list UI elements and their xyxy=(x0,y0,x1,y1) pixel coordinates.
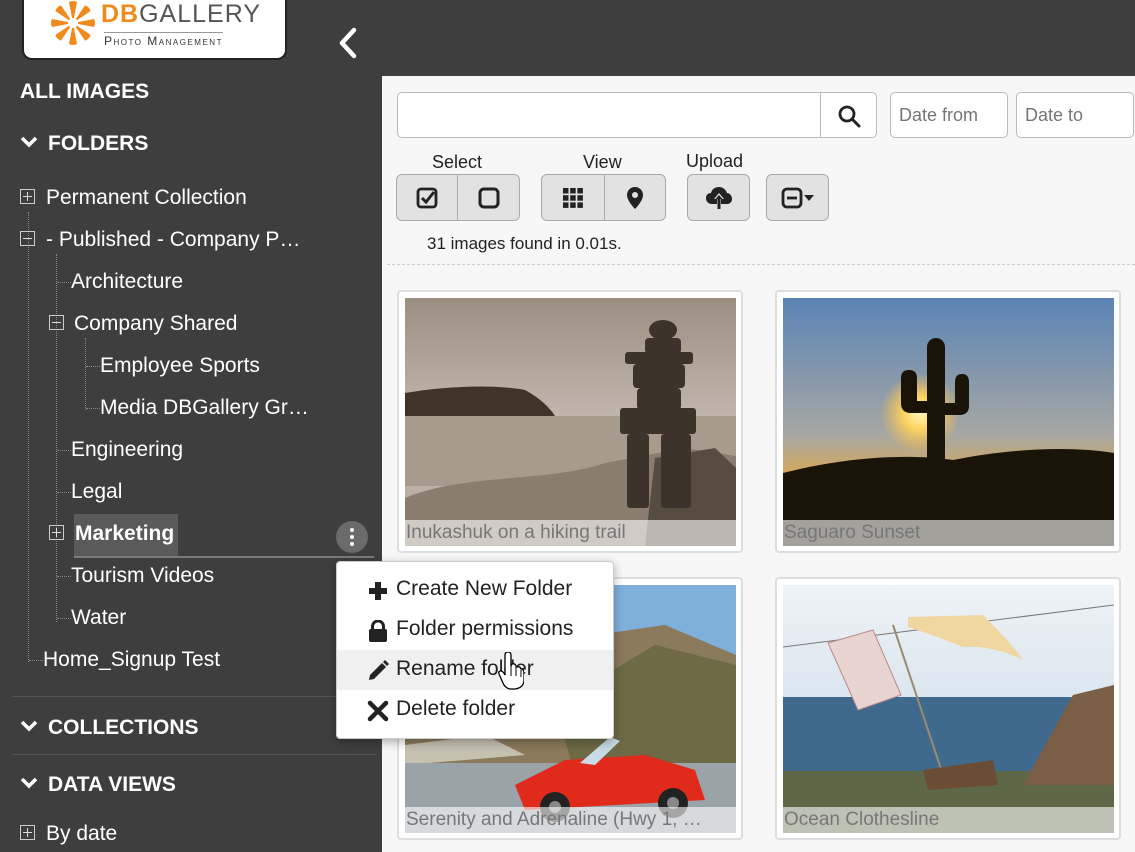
tree-connector xyxy=(56,254,57,622)
menu-item-label: Delete folder xyxy=(396,697,516,720)
date-from-input[interactable] xyxy=(890,92,1008,138)
folder-permissions-menu-item[interactable]: Folder permissions xyxy=(337,610,613,650)
search-icon xyxy=(838,105,861,128)
folder-marketing[interactable]: Marketing xyxy=(75,522,174,546)
select-none-button[interactable] xyxy=(457,174,520,221)
image-card[interactable]: Inukashuk on a hiking trail xyxy=(397,290,743,553)
rename-folder-menu-item[interactable]: Rename folder xyxy=(337,650,613,690)
create-new-folder-menu-item[interactable]: Create New Folder xyxy=(337,570,613,610)
folder-context-menu: Create New Folder Folder permissions Ren… xyxy=(336,561,614,739)
tree-connector xyxy=(86,366,100,367)
tree-connector xyxy=(57,618,71,619)
image-card[interactable]: Ocean Clothesline xyxy=(775,577,1121,840)
divider xyxy=(12,696,377,697)
tree-connector xyxy=(28,212,29,662)
data-view-by-date[interactable]: By date xyxy=(46,822,117,846)
collections-section-toggle[interactable]: COLLECTIONS xyxy=(20,716,199,740)
folder-legal[interactable]: Legal xyxy=(71,480,122,504)
folder-company-shared[interactable]: Company Shared xyxy=(74,312,237,336)
plus-icon xyxy=(369,582,387,600)
image-caption: Serenity and Adrenaline (Hwy 1, … xyxy=(405,807,737,833)
image-thumbnail xyxy=(783,585,1114,833)
folder-permanent-collection[interactable]: Permanent Collection xyxy=(46,186,247,210)
upload-button[interactable] xyxy=(687,174,750,221)
tree-connector xyxy=(57,450,71,451)
logo-wordmark: DBGALLERY xyxy=(101,0,261,28)
tree-connector xyxy=(57,492,71,493)
select-group-label: Select xyxy=(432,152,483,172)
selected-folder-underline xyxy=(74,556,374,558)
kebab-dot xyxy=(350,535,354,539)
grid-icon xyxy=(563,187,583,208)
image-caption: Ocean Clothesline xyxy=(783,807,1115,833)
logo-pinwheel-icon xyxy=(51,1,95,45)
image-caption: Inukashuk on a hiking trail xyxy=(405,520,737,546)
map-pin-icon xyxy=(627,186,643,209)
folder-media-dbgallery[interactable]: Media DBGallery Gr… xyxy=(100,396,309,420)
chevron-left-icon xyxy=(339,27,357,59)
data-views-section-toggle[interactable]: DATA VIEWS xyxy=(20,773,176,797)
folder-employee-sports[interactable]: Employee Sports xyxy=(100,354,260,378)
collections-heading: COLLECTIONS xyxy=(48,716,199,739)
chevron-down-icon xyxy=(20,137,38,148)
folder-published-company[interactable]: - Published - Company P… xyxy=(46,228,300,252)
pencil-icon xyxy=(369,660,389,680)
map-view-button[interactable] xyxy=(604,174,666,221)
folder-options-button[interactable] xyxy=(336,521,368,553)
menu-item-label: Create New Folder xyxy=(396,577,573,600)
checkbox-empty-icon xyxy=(478,187,499,208)
search-input[interactable] xyxy=(397,92,821,138)
expand-icon[interactable] xyxy=(20,825,35,840)
delete-folder-menu-item[interactable]: Delete folder xyxy=(337,690,613,730)
image-thumbnail xyxy=(405,298,736,546)
expand-icon[interactable] xyxy=(49,525,64,540)
expand-icon[interactable] xyxy=(20,189,35,204)
all-images-link[interactable]: ALL IMAGES xyxy=(20,80,149,104)
folder-home-signup-test[interactable]: Home_Signup Test xyxy=(43,648,220,672)
folder-tourism-videos[interactable]: Tourism Videos xyxy=(71,564,214,588)
result-count: 31 images found in 0.01s. xyxy=(427,234,622,253)
folders-section-toggle[interactable]: FOLDERS xyxy=(20,132,148,156)
select-all-button[interactable] xyxy=(396,174,458,221)
collapse-icon[interactable] xyxy=(49,315,64,330)
upload-group-label: Upload xyxy=(686,151,744,171)
tree-connector xyxy=(57,282,71,283)
more-options-dropdown[interactable] xyxy=(766,174,829,221)
date-to-input[interactable] xyxy=(1016,92,1134,138)
collapse-icon[interactable] xyxy=(20,231,35,246)
search-button[interactable] xyxy=(820,92,877,138)
menu-item-label: Folder permissions xyxy=(396,617,574,640)
view-group-label: View xyxy=(583,152,622,172)
lock-icon xyxy=(369,620,387,642)
kebab-dot xyxy=(350,528,354,532)
folder-engineering[interactable]: Engineering xyxy=(71,438,183,462)
caption-toggle-icon xyxy=(781,187,814,208)
chevron-down-icon xyxy=(20,721,38,732)
sidebar: ALL IMAGES FOLDERS Permanent Collection … xyxy=(0,76,382,852)
checkbox-checked-icon xyxy=(416,187,438,208)
app-logo[interactable]: DBGALLERY Photo Management xyxy=(22,0,287,60)
cloud-upload-icon xyxy=(705,186,732,209)
image-thumbnail xyxy=(783,298,1114,546)
menu-item-label: Rename folder xyxy=(396,657,534,680)
image-card[interactable]: Saguaro Sunset xyxy=(775,290,1121,553)
folder-architecture[interactable]: Architecture xyxy=(71,270,183,294)
folder-water[interactable]: Water xyxy=(71,606,126,630)
folders-heading: FOLDERS xyxy=(48,132,149,155)
data-views-heading: DATA VIEWS xyxy=(48,773,176,796)
tree-connector xyxy=(57,576,71,577)
divider xyxy=(387,264,1135,265)
tree-connector xyxy=(29,660,43,661)
image-caption: Saguaro Sunset xyxy=(783,520,1115,546)
tree-connector xyxy=(85,338,86,410)
top-bar: DBGALLERY Photo Management xyxy=(0,0,1135,76)
x-icon xyxy=(367,700,389,722)
logo-subtitle: Photo Management xyxy=(104,32,223,48)
chevron-down-icon xyxy=(20,778,38,789)
kebab-dot xyxy=(350,542,354,546)
divider xyxy=(12,754,377,755)
grid-view-button[interactable] xyxy=(541,174,605,221)
tree-connector xyxy=(86,408,100,409)
collapse-sidebar-button[interactable] xyxy=(334,26,362,60)
